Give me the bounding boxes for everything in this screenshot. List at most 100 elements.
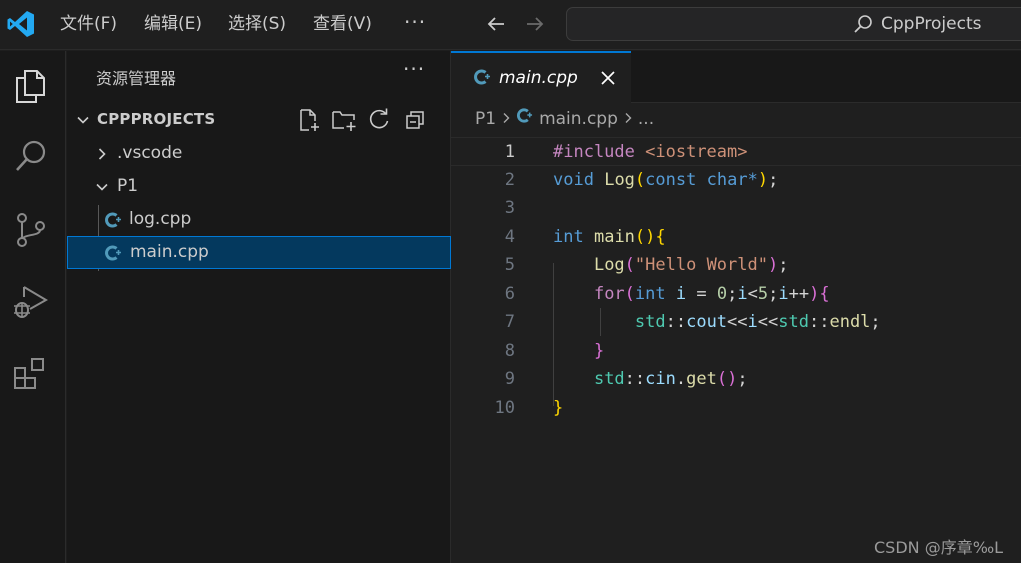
vscode-logo-icon[interactable] [6, 9, 36, 39]
activity-bar [0, 51, 66, 563]
code-token: cout [686, 312, 728, 332]
cpp-file-icon [105, 212, 121, 228]
editor-tab-strip: main.cpp [451, 51, 1021, 104]
tree-item-vscode[interactable]: .vscode [67, 137, 451, 170]
menu-selection[interactable]: 选择(S) [228, 0, 286, 50]
tree-item-log-cpp[interactable]: log.cpp [67, 203, 451, 236]
run-and-debug-icon[interactable] [12, 283, 50, 321]
cpp-file-icon [474, 69, 490, 85]
menu-more-button[interactable]: ··· [404, 0, 426, 50]
code-token: ( [624, 255, 635, 275]
code-line[interactable]: 1 #include <iostream> [451, 137, 1021, 166]
workspace-section-header[interactable]: CPPPROJECTS [67, 103, 451, 136]
menu-edit[interactable]: 编辑(E) [144, 0, 202, 50]
code-token: void [553, 169, 594, 190]
code-token: #include [553, 142, 635, 162]
code-token: main [593, 226, 635, 247]
refresh-icon[interactable] [366, 107, 392, 133]
code-line[interactable]: 2 void Log(const char*); [451, 166, 1021, 195]
tab-main-cpp[interactable]: main.cpp [451, 51, 631, 104]
code-line[interactable]: 8 } [451, 337, 1021, 366]
close-icon[interactable] [599, 69, 617, 87]
code-line[interactable]: 10} [451, 394, 1021, 423]
code-token: ; [870, 312, 881, 332]
indent-guide [553, 263, 554, 406]
code-token: endl [829, 312, 871, 332]
code-token: i [675, 283, 687, 304]
explorer-sidebar: 资源管理器 ··· CPPPROJECTS .vscode P1 log.cpp… [67, 51, 451, 563]
explorer-icon[interactable] [12, 67, 50, 105]
code-token: i [747, 312, 758, 332]
code-token: << [757, 312, 779, 332]
code-token: get [686, 369, 717, 389]
cpp-file-icon [517, 108, 533, 123]
line-number: 3 [504, 198, 515, 218]
code-token: () [634, 226, 656, 247]
code-line[interactable]: 5 Log("Hello World"); [451, 251, 1021, 280]
breadcrumb: P1 main.cpp... [475, 107, 654, 131]
breadcrumb-item-symbol[interactable]: ... [638, 107, 654, 131]
menu-view[interactable]: 查看(V) [313, 0, 372, 50]
chevron-down-icon [96, 183, 108, 191]
code-text: std::cout<<i<<std::endl; [553, 308, 881, 336]
code-token: i [737, 283, 748, 304]
code-token: { [655, 226, 666, 247]
breadcrumb-item-file[interactable]: main.cpp [539, 107, 618, 131]
back-arrow-icon[interactable] [484, 12, 508, 36]
code-token: cin [645, 369, 676, 389]
line-number: 8 [504, 340, 515, 361]
chevron-right-icon [625, 113, 632, 123]
extensions-icon[interactable] [12, 355, 50, 393]
code-line[interactable]: 4 int main(){ [451, 223, 1021, 252]
code-token: << [727, 312, 748, 332]
code-token: "Hello World" [634, 255, 768, 275]
code-token: () [716, 369, 738, 389]
chevron-right-icon [98, 148, 106, 160]
new-folder-icon[interactable] [331, 107, 357, 133]
code-token: < [747, 283, 758, 304]
breadcrumb-item-p1[interactable]: P1 [475, 107, 496, 131]
code-token: * [747, 169, 758, 190]
code-token: ( [634, 169, 646, 190]
watermark: CSDN @序章‰L [874, 538, 1004, 557]
code-token: ( [624, 283, 635, 304]
tree-item-p1[interactable]: P1 [67, 170, 451, 203]
tree-item-main-cpp[interactable]: main.cpp [67, 236, 451, 269]
menu-file[interactable]: 文件(F) [60, 0, 117, 50]
code-token: Log [593, 255, 625, 275]
line-number: 4 [504, 226, 515, 247]
code-line[interactable]: 3 [451, 194, 1021, 223]
code-text: Log("Hello World"); [553, 251, 789, 279]
new-file-icon[interactable] [296, 107, 322, 133]
code-token: char [706, 169, 748, 190]
code-line[interactable]: 9 std::cin.get(); [451, 365, 1021, 394]
code-token: ) [757, 169, 769, 190]
explorer-more-button[interactable]: ··· [403, 57, 425, 81]
code-token: std [593, 369, 625, 389]
code-token: ) [809, 283, 820, 304]
tree-item-label: .vscode [117, 143, 183, 163]
search-text: CppProjects [881, 14, 982, 34]
code-token: ++ [788, 283, 810, 304]
code-line[interactable]: 7 std::cout<<i<<std::endl; [451, 308, 1021, 337]
line-number: 5 [504, 255, 515, 275]
title-bar: 文件(F) 编辑(E) 选择(S) 查看(V) ··· CppProjects [0, 0, 1021, 50]
search-icon[interactable] [12, 137, 50, 175]
indent-guide [600, 308, 601, 336]
code-line[interactable]: 6 for(int i = 0;i<5;i++){ [451, 280, 1021, 309]
tab-label: main.cpp [499, 68, 578, 88]
forward-arrow-icon[interactable] [523, 12, 547, 36]
code-token: ; [778, 255, 789, 275]
code-token: :: [808, 312, 830, 332]
tree-item-label: P1 [117, 176, 139, 196]
collapse-all-icon[interactable] [403, 107, 429, 133]
code-token: ; [768, 283, 779, 304]
source-control-icon[interactable] [12, 211, 50, 249]
line-number: 2 [504, 169, 515, 190]
code-token: const [645, 169, 697, 190]
